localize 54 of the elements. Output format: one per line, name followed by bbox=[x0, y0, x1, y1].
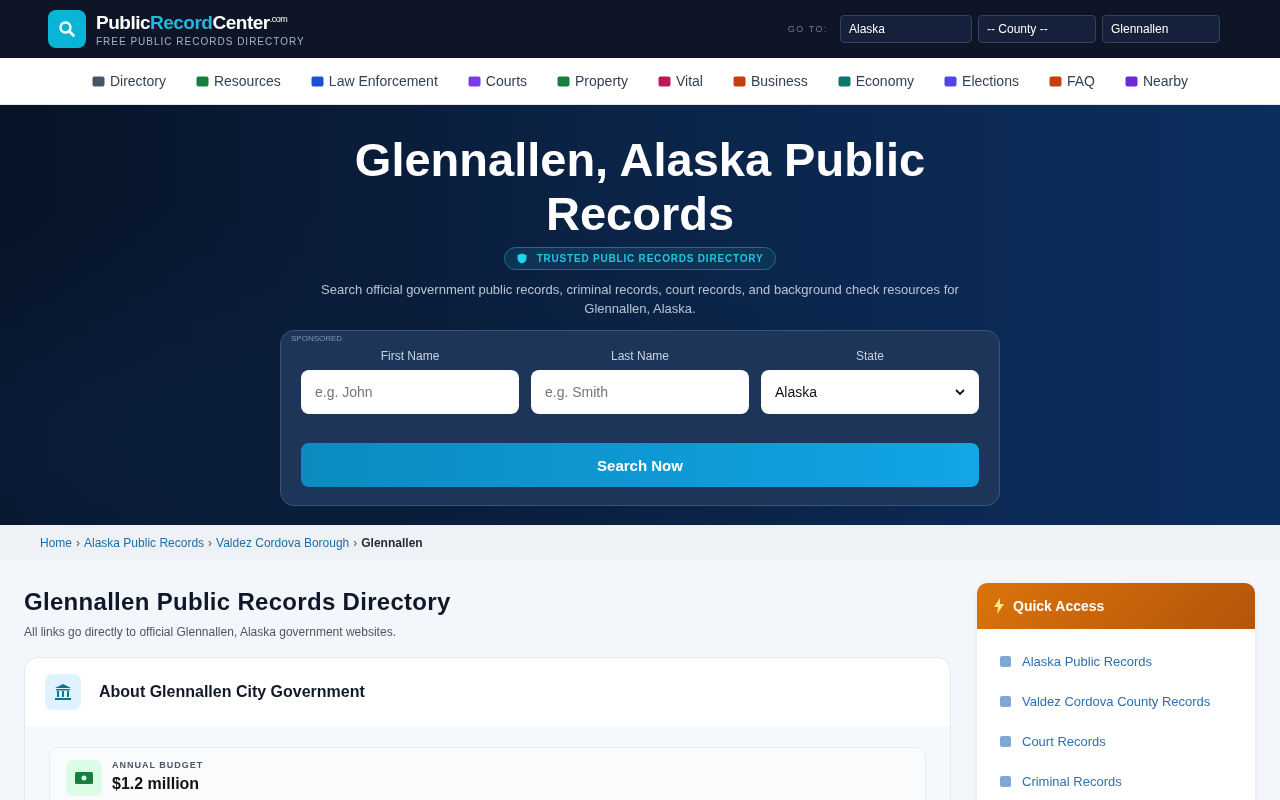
site-logo[interactable]: PublicRecordCenter$^{.com}$ bbox=[96, 11, 305, 34]
breadcrumb-separator: › bbox=[208, 536, 213, 550]
card-title: About Glennallen City Government bbox=[99, 683, 365, 701]
breadcrumb-link[interactable]: Alaska Public Records bbox=[84, 536, 205, 550]
quick-link[interactable]: Court Records bbox=[977, 721, 1255, 761]
square-icon bbox=[999, 774, 1012, 788]
location-select[interactable]: Glennallen bbox=[1102, 15, 1220, 43]
lightning-icon bbox=[993, 598, 1005, 614]
building-icon bbox=[45, 674, 81, 710]
chevron-down-icon bbox=[955, 388, 965, 396]
nav-link[interactable]: Directory bbox=[91, 73, 166, 89]
name-input[interactable]: e.g. John bbox=[301, 370, 519, 414]
nav-link[interactable]: Resources bbox=[195, 73, 281, 89]
badge-text: TRUSTED PUBLIC RECORDS DIRECTORY bbox=[536, 253, 764, 264]
search-icon[interactable] bbox=[48, 10, 86, 48]
field-label: First Name bbox=[380, 349, 440, 363]
hero-description: Search official government public records, criminal records, court records, and background check resources for Glennallen, Alaska. bbox=[320, 281, 960, 318]
site-tagline: FREE PUBLIC RECORDS DIRECTORY bbox=[96, 35, 305, 47]
breadcrumb-link[interactable]: Home bbox=[40, 536, 72, 550]
nav-link[interactable]: Business bbox=[732, 73, 808, 89]
quick-link[interactable]: Criminal Records bbox=[977, 761, 1255, 800]
panel-title: Quick Access bbox=[1013, 598, 1105, 614]
money-icon bbox=[66, 760, 102, 796]
state-select[interactable]: Alaska bbox=[761, 370, 979, 414]
breadcrumb-separator: › bbox=[76, 536, 80, 550]
shield-icon bbox=[516, 253, 527, 264]
section-title: Glennallen Public Records Directory bbox=[24, 588, 452, 616]
page-title: Glennallen, Alaska Public Records bbox=[353, 133, 927, 241]
quick-link[interactable]: Valdez Cordova County Records bbox=[977, 681, 1255, 721]
square-icon bbox=[999, 654, 1012, 668]
nav-link[interactable]: Nearby bbox=[1124, 73, 1189, 89]
nav-link[interactable]: Elections bbox=[944, 73, 1019, 89]
breadcrumb-link[interactable]: Glennallen bbox=[361, 536, 423, 550]
stat-label: ANNUAL BUDGET bbox=[112, 760, 204, 770]
name-input[interactable]: e.g. Smith bbox=[531, 370, 749, 414]
field-label: State bbox=[856, 349, 884, 363]
square-icon bbox=[999, 694, 1012, 708]
breadcrumb-separator: › bbox=[353, 536, 358, 550]
location-select[interactable]: -- County -- bbox=[978, 15, 1096, 43]
field-label: Last Name bbox=[611, 349, 669, 363]
sponsored-label: SPONSORED bbox=[291, 334, 343, 343]
nav-link[interactable]: Property bbox=[557, 73, 628, 89]
breadcrumb-link[interactable]: Valdez Cordova Borough bbox=[216, 536, 350, 550]
nav-link[interactable]: FAQ bbox=[1048, 73, 1095, 89]
nav-link[interactable]: Courts bbox=[467, 73, 528, 89]
nav-link[interactable]: Economy bbox=[837, 73, 915, 89]
stat-value: $1.2 million bbox=[112, 775, 201, 793]
square-icon bbox=[999, 734, 1012, 748]
nav-link[interactable]: Law Enforcement bbox=[310, 73, 438, 89]
quick-link[interactable]: Alaska Public Records bbox=[977, 641, 1255, 681]
nav-link[interactable]: Vital bbox=[657, 73, 703, 89]
section-subtitle: All links go directly to official Glennallen, Alaska government websites. bbox=[24, 625, 397, 639]
location-select[interactable]: Alaska bbox=[840, 15, 972, 43]
goto-label: GO TO: bbox=[787, 24, 828, 34]
